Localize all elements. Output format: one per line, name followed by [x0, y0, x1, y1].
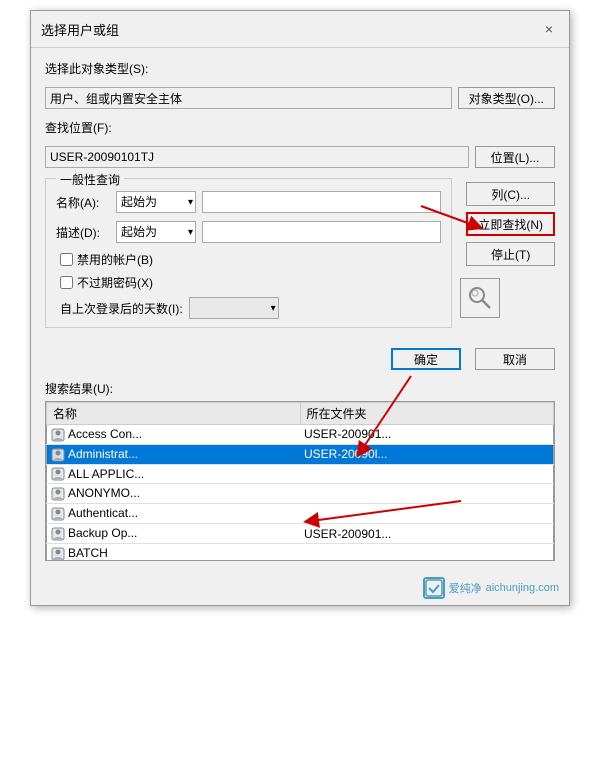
cancel-button[interactable]: 取消 [475, 348, 555, 370]
col-button[interactable]: 列(C)... [466, 182, 555, 206]
days-row: 自上次登录后的天数(I): [56, 297, 441, 319]
table-row[interactable]: Access Con...USER-200901... [47, 425, 554, 445]
cell-name: ANONYMO... [47, 484, 301, 504]
table-row[interactable]: ALL APPLIC... [47, 464, 554, 484]
general-query-section: 一般性查询 名称(A): 起始为 [45, 178, 452, 328]
cell-folder [300, 543, 554, 561]
general-query-title: 一般性查询 [56, 171, 124, 188]
days-label: 自上次登录后的天数(I): [60, 300, 183, 317]
cell-name: BATCH [47, 543, 301, 561]
results-label: 搜索结果(U): [45, 380, 555, 397]
location-label-row: 查找位置(F): [45, 119, 555, 136]
close-icon: × [545, 21, 553, 37]
object-type-label: 选择此对象类型(S): [45, 60, 148, 77]
results-tbody: Access Con...USER-200901...Administrat..… [47, 425, 554, 562]
ok-cancel-row: 确定 取消 [45, 348, 555, 370]
close-button[interactable]: × [539, 19, 559, 39]
cell-folder: USER-200901... [300, 524, 554, 544]
disabled-checkbox[interactable] [60, 253, 73, 266]
ok-button[interactable]: 确定 [391, 348, 461, 370]
location-input-row: 位置(L)... [45, 146, 555, 168]
cell-name: Backup Op... [47, 524, 301, 544]
table-row[interactable]: Administrat...USER-20090l... [47, 444, 554, 464]
noexpire-label: 不过期密码(X) [77, 274, 153, 291]
cell-folder [300, 484, 554, 504]
table-row[interactable]: ANONYMO... [47, 484, 554, 504]
object-type-input[interactable] [45, 87, 452, 109]
table-header-row: 名称 所在文件夹 [47, 403, 554, 425]
name-condition-select[interactable]: 起始为 [116, 191, 196, 213]
desc-condition-select[interactable]: 起始为 [116, 221, 196, 243]
object-type-input-row: 对象类型(O)... [45, 87, 555, 109]
noexpire-checkbox-row: 不过期密码(X) [56, 274, 441, 291]
general-query-inner: 名称(A): 起始为 描述(D): [56, 187, 441, 319]
title-bar: 选择用户或组 × [31, 11, 569, 48]
cell-folder [300, 504, 554, 524]
object-type-row: 选择此对象类型(S): [45, 60, 555, 77]
name-row: 名称(A): 起始为 [56, 191, 441, 213]
days-select[interactable] [189, 297, 279, 319]
location-input[interactable] [45, 146, 469, 168]
col-folder-header: 所在文件夹 [300, 403, 554, 425]
cell-name: ALL APPLIC... [47, 464, 301, 484]
watermark-url: aichunjing.com [486, 582, 559, 594]
table-row[interactable]: Authenticat... [47, 504, 554, 524]
find-now-button[interactable]: 立即查找(N) [466, 212, 555, 236]
brand-icon [425, 579, 443, 597]
cell-folder: USER-200901... [300, 425, 554, 445]
select-user-dialog: 选择用户或组 × 选择此对象类型(S): 对象类型(O)... 查找位置(F):… [30, 10, 570, 606]
name-condition-wrapper: 起始为 [116, 191, 196, 213]
dialog-body: 选择此对象类型(S): 对象类型(O)... 查找位置(F): 位置(L)...… [31, 48, 569, 573]
disabled-checkbox-row: 禁用的帐户(B) [56, 251, 441, 268]
disabled-label: 禁用的帐户(B) [77, 251, 153, 268]
watermark-icon [423, 577, 445, 599]
noexpire-checkbox[interactable] [60, 276, 73, 289]
cell-name: Administrat... [47, 444, 301, 464]
cell-name: Access Con... [47, 425, 301, 445]
desc-condition-wrapper: 起始为 [116, 221, 196, 243]
cell-name: Authenticat... [47, 504, 301, 524]
magnifier-icon [466, 284, 494, 312]
watermark-text: 爱纯净 [449, 580, 482, 596]
dialog-title: 选择用户或组 [41, 20, 119, 39]
stop-button[interactable]: 停止(T) [466, 242, 555, 266]
desc-row: 描述(D): 起始为 [56, 221, 441, 243]
col-name-header: 名称 [47, 403, 301, 425]
desc-input[interactable] [202, 221, 441, 243]
cell-folder: USER-20090l... [300, 444, 554, 464]
location-button[interactable]: 位置(L)... [475, 146, 555, 168]
results-section: 搜索结果(U): 名称 所在文件夹 Access Con...USER-2009… [45, 380, 555, 561]
object-type-button[interactable]: 对象类型(O)... [458, 87, 555, 109]
search-icon-button[interactable] [460, 278, 500, 318]
days-select-wrapper [189, 297, 279, 319]
results-table: 名称 所在文件夹 Access Con...USER-200901...Admi… [46, 402, 554, 561]
location-label: 查找位置(F): [45, 119, 112, 136]
results-scroll[interactable]: 名称 所在文件夹 Access Con...USER-200901...Admi… [45, 401, 555, 561]
cell-folder [300, 464, 554, 484]
table-row[interactable]: Backup Op...USER-200901... [47, 524, 554, 544]
watermark-area: 爱纯净 aichunjing.com [31, 573, 569, 605]
name-label: 名称(A): [56, 194, 116, 211]
desc-label: 描述(D): [56, 224, 116, 241]
table-row[interactable]: BATCH [47, 543, 554, 561]
name-input[interactable] [202, 191, 441, 213]
